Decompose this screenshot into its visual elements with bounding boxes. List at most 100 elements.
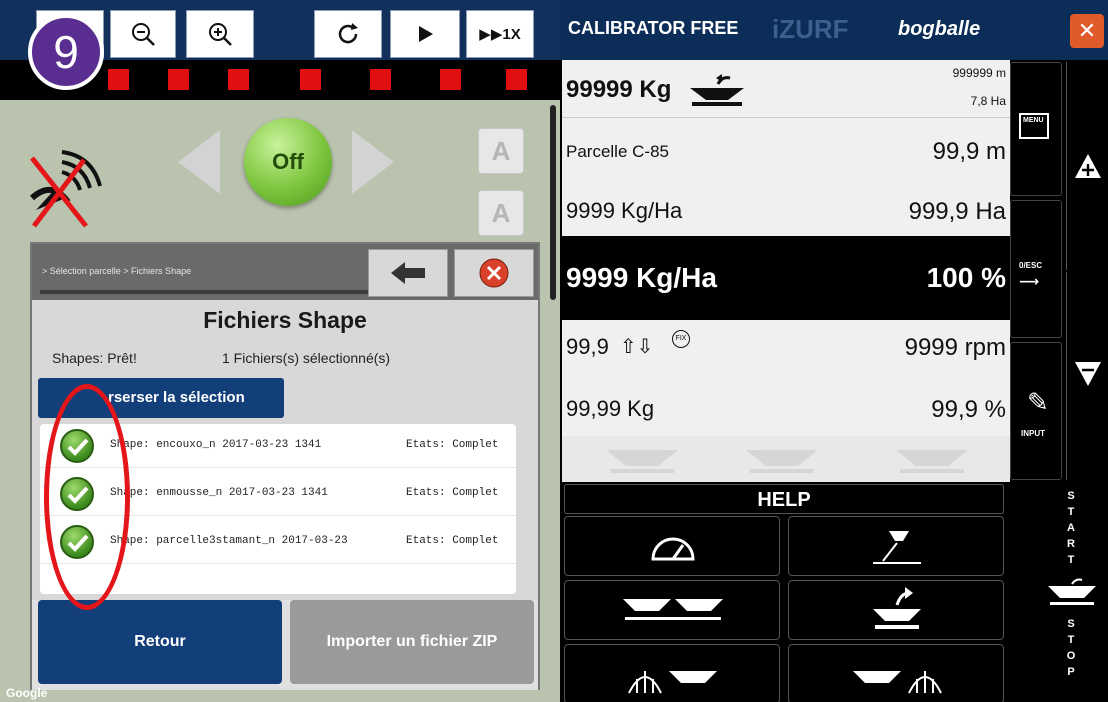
disc-rpm: 9999 rpm (904, 334, 1006, 361)
calibration-icon (873, 587, 921, 629)
status-icons-row (562, 436, 1010, 482)
calibration-button[interactable] (788, 580, 1004, 640)
minus-triangle-icon (1075, 362, 1101, 386)
app-window: ▶▶1X 9 Off A A > Sélection parcelle > Fi… (0, 0, 1108, 702)
active-rate-row: 9999 Kg/Ha 100 % (562, 236, 1010, 320)
header-divider (40, 290, 368, 294)
menu-button[interactable]: MENU (1010, 62, 1062, 196)
zoom-out-icon (132, 23, 155, 46)
file-state: Etats: Complet (406, 439, 499, 451)
stop-label: STOP (1066, 618, 1076, 678)
close-app-button[interactable]: ✕ (1070, 14, 1104, 48)
total-distance: 999999 m (952, 66, 1006, 80)
brand-logo: bogballe (898, 18, 981, 40)
refresh-button[interactable] (314, 10, 382, 58)
highlight-annotation (44, 384, 130, 610)
file-state: Etats: Complet (406, 487, 499, 499)
section-a-up-button[interactable]: A (478, 128, 524, 174)
target-rate: 9999 Kg/Ha (566, 262, 717, 293)
dialog-title: Fichiers Shape (32, 300, 538, 338)
shapes-status: Shapes: Prêt! (52, 350, 137, 366)
dialog-status-line: Shapes: Prêt! 1 Fichiers(s) sélectionné(… (32, 338, 538, 378)
scrollbar[interactable] (550, 105, 556, 300)
application-rate: 9999 Kg/Ha (566, 198, 683, 223)
start-stop-button[interactable]: START STOP (1036, 486, 1106, 700)
file-name: Shape: parcelle3stamant_n 2017-03-23 (110, 535, 348, 547)
section-led (228, 69, 249, 90)
pencil-icon: ✎ (1027, 387, 1049, 417)
import-zip-button[interactable]: Importer un fichier ZIP (290, 600, 534, 684)
gps-off-icon (22, 150, 102, 230)
left-boundary-button[interactable] (564, 644, 780, 702)
left-boundary-icon (628, 671, 717, 694)
refresh-icon (338, 23, 358, 44)
back-arrow-button[interactable] (368, 249, 448, 297)
calibrator-pane: CALIBRATOR FREE iZURF bogballe ✕ 99999 K… (560, 0, 1108, 702)
back-button[interactable]: Retour (38, 600, 282, 684)
google-logo: Google (6, 686, 48, 700)
total-weight-row: 99999 Kg 999999 m 7,8 Ha (562, 60, 1010, 118)
section-led (300, 69, 321, 90)
total-area: 7,8 Ha (970, 94, 1006, 108)
file-state: Etats: Complet (406, 535, 499, 547)
app-title: CALIBRATOR FREE (568, 18, 739, 38)
close-icon (479, 258, 509, 288)
spreader-icon (1048, 578, 1096, 605)
field-area: 999,9 Ha (908, 198, 1006, 225)
app-header: CALIBRATOR FREE iZURF bogballe ✕ (560, 0, 1108, 60)
file-name: Shape: encouxo_n 2017-03-23 1341 (110, 439, 322, 451)
esc-button[interactable]: 0/ESC ⟶ (1010, 200, 1062, 338)
right-boundary-button[interactable] (788, 644, 1004, 702)
double-spreader-icon (623, 599, 723, 620)
hopper-weight: 99,99 Kg (566, 396, 655, 421)
breadcrumb: > Sélection parcelle > Fichiers Shape (42, 266, 192, 276)
machine-values-rows: 99,9 ⇧⇩ FIX 9999 rpm 99,99 Kg 99,9 % (562, 320, 1010, 436)
zoom-in-icon (209, 23, 232, 46)
map-pane: ▶▶1X 9 Off A A > Sélection parcelle > Fi… (0, 0, 560, 702)
start-label: START (1067, 490, 1075, 566)
help-button[interactable]: HELP (564, 484, 1004, 514)
close-dialog-button[interactable] (454, 249, 534, 297)
field-name: Parcelle C-85 (566, 142, 669, 161)
input-label: INPUT (1021, 429, 1045, 438)
increase-button[interactable] (1066, 62, 1106, 270)
field-info-rows: Parcelle C-85 99,9 m 9999 Kg/Ha 999,9 Ha (562, 118, 1010, 236)
section-led (506, 69, 527, 90)
double-spreader-button[interactable] (564, 580, 780, 640)
off-toggle-button[interactable]: Off (244, 118, 332, 206)
fix-icon: FIX (672, 330, 690, 348)
arrow-right-icon: ⟶ (1019, 273, 1040, 289)
play-button[interactable] (390, 10, 460, 58)
right-boundary-icon (853, 671, 942, 694)
border-spread-button[interactable] (788, 516, 1004, 576)
section-led (168, 69, 189, 90)
hopper-percent: 99,9 % (931, 396, 1006, 423)
menu-icon: MENU (1019, 113, 1049, 139)
input-button[interactable]: ✎ INPUT (1010, 342, 1062, 480)
speed-value: 99,9 (566, 334, 609, 359)
section-led (440, 69, 461, 90)
speedometer-button[interactable] (564, 516, 780, 576)
watermark-logo: iZURF (772, 14, 849, 44)
esc-label: 0/ESC (1019, 261, 1043, 270)
selected-count: 1 Fichiers(s) sélectionné(s) (222, 350, 391, 366)
decrease-button[interactable] (1066, 272, 1106, 480)
faded-spreader-icon (896, 450, 968, 473)
spreader-icon (690, 74, 744, 106)
faded-spreader-icon (606, 450, 678, 473)
section-a-curve-button[interactable]: A (478, 190, 524, 236)
section-led (370, 69, 391, 90)
next-arrow-button[interactable] (352, 130, 394, 194)
field-width: 99,9 m (932, 138, 1006, 165)
play-icon (419, 26, 433, 42)
zoom-in-button[interactable] (186, 10, 254, 58)
faded-weigh-icon (746, 450, 818, 473)
previous-arrow-button[interactable] (178, 130, 220, 194)
up-down-arrows-icon: ⇧⇩ (620, 336, 654, 358)
close-icon: ✕ (1077, 18, 1097, 43)
zoom-out-button[interactable] (110, 10, 176, 58)
section-led (108, 69, 129, 90)
replay-speed-button[interactable]: ▶▶1X (466, 10, 534, 58)
rate-percent: 100 % (926, 262, 1006, 293)
border-spread-icon (873, 531, 921, 564)
